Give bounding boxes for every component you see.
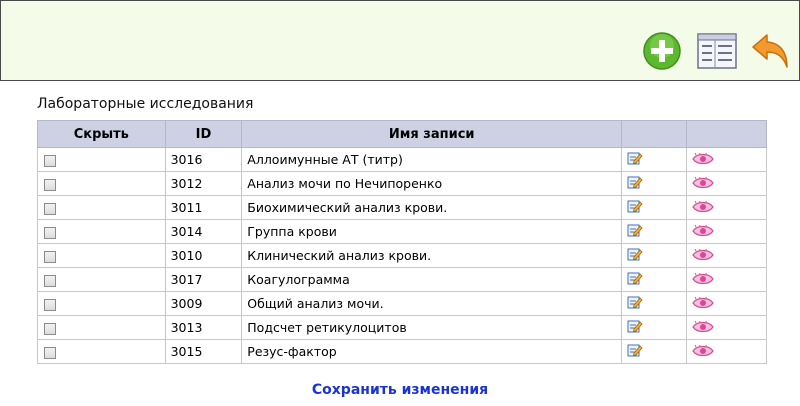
hide-cell [37,291,166,316]
table-row: 3015 Резус-фактор [37,339,768,364]
hide-checkbox[interactable] [44,154,56,167]
hide-cell [37,147,166,172]
eye-icon[interactable] [692,199,714,216]
edit-pencil-icon[interactable] [627,247,643,264]
edit-pencil-icon[interactable] [627,199,643,216]
record-name: Подсчет ретикулоцитов [241,315,623,340]
record-name: Общий анализ мочи. [241,291,623,316]
edit-cell [621,339,687,364]
column-header-id: ID [164,120,243,148]
view-cell [685,147,768,172]
record-id: 3012 [164,171,243,196]
add-circle-icon[interactable] [641,31,683,71]
column-header-hide: Скрыть [37,120,166,148]
view-cell [685,267,768,292]
edit-cell [621,291,687,316]
edit-cell [621,267,687,292]
record-name: Аллоимунные АТ (титр) [241,147,623,172]
edit-pencil-icon[interactable] [627,223,643,240]
records-table: Скрыть ID Имя записи 3016 Аллоимунные АТ … [37,120,768,364]
edit-pencil-icon[interactable] [627,295,643,312]
table-row: 3011 Биохимический анализ крови. [37,195,768,220]
hide-checkbox[interactable] [44,274,56,287]
table-row: 3016 Аллоимунные АТ (титр) [37,147,768,172]
edit-cell [621,315,687,340]
hide-checkbox[interactable] [44,226,56,239]
record-id: 3009 [164,291,243,316]
eye-icon[interactable] [692,175,714,192]
record-id: 3010 [164,243,243,268]
edit-pencil-icon[interactable] [627,151,643,168]
edit-cell [621,195,687,220]
table-row: 3012 Анализ мочи по Нечипоренко [37,171,768,196]
edit-cell [621,171,687,196]
hide-cell [37,243,166,268]
toolbar [0,0,800,81]
edit-pencil-icon[interactable] [627,343,643,360]
edit-cell [621,219,687,244]
eye-icon[interactable] [692,271,714,288]
record-name: Клинический анализ крови. [241,243,623,268]
save-changes-link[interactable]: Сохранить изменения [0,382,800,398]
eye-icon[interactable] [692,295,714,312]
hide-cell [37,171,166,196]
hide-cell [37,339,166,364]
table-row: 3014 Группа крови [37,219,768,244]
hide-cell [37,195,166,220]
record-id: 3013 [164,315,243,340]
table-row: 3013 Подсчет ретикулоцитов [37,315,768,340]
record-name: Анализ мочи по Нечипоренко [241,171,623,196]
list-view-icon[interactable] [696,31,738,71]
record-id: 3014 [164,219,243,244]
eye-icon[interactable] [692,223,714,240]
undo-arrow-icon[interactable] [751,31,793,71]
hide-checkbox[interactable] [44,202,56,215]
edit-pencil-icon[interactable] [627,271,643,288]
hide-checkbox[interactable] [44,250,56,263]
table-row: 3010 Клинический анализ крови. [37,243,768,268]
column-header-edit [621,120,687,148]
hide-cell [37,267,166,292]
table-row: 3017 Коагулограмма [37,267,768,292]
table-header-row: Скрыть ID Имя записи [37,120,768,148]
view-cell [685,219,768,244]
record-id: 3015 [164,339,243,364]
record-id: 3017 [164,267,243,292]
record-name: Группа крови [241,219,623,244]
record-id: 3011 [164,195,243,220]
edit-cell [621,147,687,172]
column-header-name: Имя записи [241,120,623,148]
hide-checkbox[interactable] [44,298,56,311]
view-cell [685,339,768,364]
edit-pencil-icon[interactable] [627,175,643,192]
edit-pencil-icon[interactable] [627,319,643,336]
eye-icon[interactable] [692,343,714,360]
eye-icon[interactable] [692,319,714,336]
column-header-view [685,120,768,148]
hide-checkbox[interactable] [44,346,56,359]
record-name: Коагулограмма [241,267,623,292]
edit-cell [621,243,687,268]
hide-cell [37,315,166,340]
view-cell [685,171,768,196]
record-id: 3016 [164,147,243,172]
record-name: Биохимический анализ крови. [241,195,623,220]
hide-checkbox[interactable] [44,178,56,191]
eye-icon[interactable] [692,151,714,168]
table-row: 3009 Общий анализ мочи. [37,291,768,316]
hide-checkbox[interactable] [44,322,56,335]
hide-cell [37,219,166,244]
view-cell [685,195,768,220]
section-title: Лабораторные исследования [37,96,254,112]
view-cell [685,291,768,316]
record-name: Резус-фактор [241,339,623,364]
eye-icon[interactable] [692,247,714,264]
view-cell [685,315,768,340]
view-cell [685,243,768,268]
